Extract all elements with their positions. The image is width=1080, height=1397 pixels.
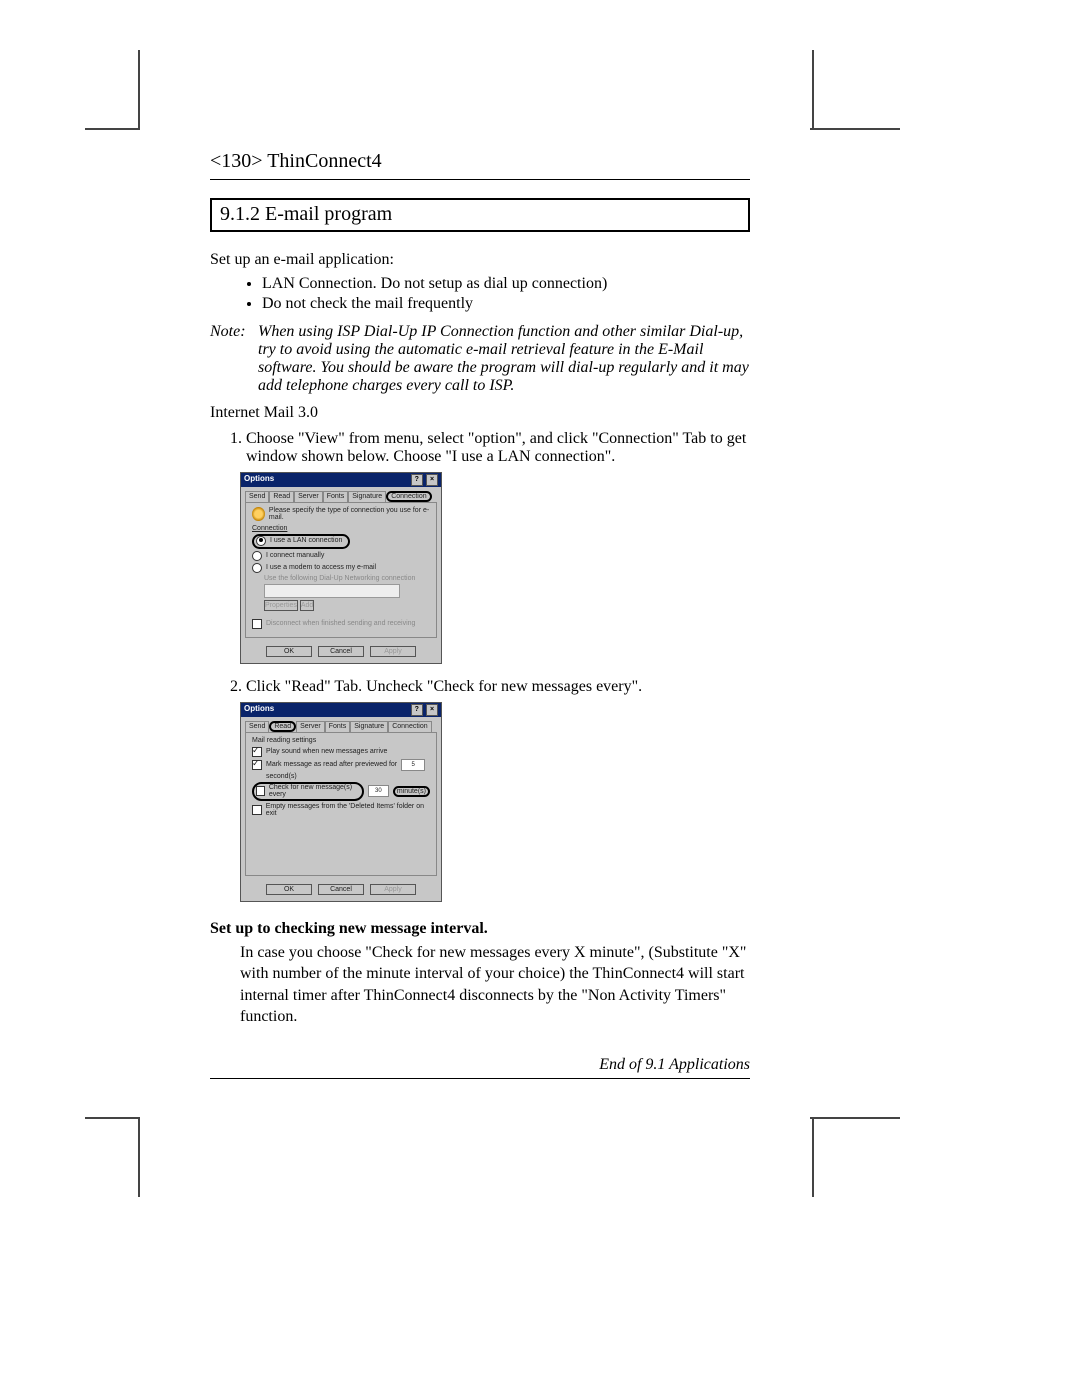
add-button: Add (300, 600, 314, 611)
group-label: Mail reading settings (252, 737, 430, 744)
bullet-item: Do not check the mail frequently (262, 295, 750, 313)
mark-checkbox[interactable] (252, 760, 262, 770)
step-list: Choose "View" from menu, select "option"… (210, 430, 750, 466)
disconnect-checkbox (252, 619, 262, 629)
step-list-2: Click "Read" Tab. Uncheck "Check for new… (210, 678, 750, 696)
help-icon[interactable]: ? (411, 474, 423, 486)
disconnect-label: Disconnect when finished sending and rec… (266, 620, 415, 627)
check-unit-circled: minute(s) (393, 786, 430, 797)
instruction-text: Please specify the type of connection yo… (269, 507, 430, 521)
sound-checkbox[interactable] (252, 747, 262, 757)
tab-connection[interactable]: Connection (388, 721, 431, 732)
tab-fonts[interactable]: Fonts (325, 721, 351, 732)
mark-unit: second(s) (266, 773, 430, 780)
properties-button: Properties (264, 600, 298, 611)
window-controls: ? × (410, 474, 438, 486)
check-interval-circled: Check for new message(s) every (252, 782, 364, 801)
step-2: Click "Read" Tab. Uncheck "Check for new… (246, 678, 750, 696)
figure-connection-dialog: Options ? × Send Read Server Fonts Signa… (240, 472, 750, 664)
intro-text: Set up an e-mail application: (210, 250, 750, 271)
radio-manual-label: I connect manually (266, 552, 324, 559)
lan-option-circled: I use a LAN connection (252, 534, 350, 549)
tab-server[interactable]: Server (296, 721, 325, 732)
dialog-buttons: OK Cancel Apply (241, 642, 441, 663)
empty-label: Empty messages from the 'Deleted Items' … (266, 803, 430, 817)
dialog-title: Options (244, 704, 274, 716)
apply-button: Apply (370, 646, 416, 657)
modem-hint: Use the following Dial-Up Networking con… (264, 575, 430, 582)
check-interval-checkbox[interactable] (256, 786, 265, 796)
tab-send[interactable]: Send (245, 491, 269, 502)
radio-lan-label: I use a LAN connection (270, 537, 342, 544)
sub-heading: Set up to checking new message interval. (210, 920, 750, 938)
check-unit: minute(s) (397, 788, 426, 795)
dialup-combo (264, 584, 400, 598)
options-dialog: Options ? × Send Read Server Fonts Signa… (240, 472, 442, 664)
help-icon[interactable]: ? (411, 704, 423, 716)
sound-label: Play sound when new messages arrive (266, 748, 387, 755)
tab-strip: Send Read Server Fonts Signature Connect… (245, 491, 437, 502)
close-icon[interactable]: × (426, 474, 438, 486)
radio-lan[interactable] (256, 536, 266, 546)
page-number: <130> (210, 150, 263, 172)
note-block: Note: When using ISP Dial-Up IP Connecti… (210, 323, 750, 395)
check-interval-label: Check for new message(s) every (269, 784, 356, 798)
radio-modem[interactable] (252, 563, 262, 573)
radio-manual[interactable] (252, 551, 262, 561)
product-name: ThinConnect4 (267, 150, 381, 172)
page-header: <130> ThinConnect4 (210, 150, 750, 173)
empty-checkbox[interactable] (252, 805, 262, 815)
tab-read[interactable]: Read (269, 721, 296, 732)
section-title: E-mail program (265, 203, 392, 225)
note-body: When using ISP Dial-Up IP Connection fun… (258, 323, 750, 395)
read-panel: Mail reading settings Play sound when ne… (245, 732, 437, 876)
window-controls: ? × (410, 704, 438, 716)
step-1: Choose "View" from menu, select "option"… (246, 430, 750, 466)
figure-read-dialog: Options ? × Send Read Server Fonts Signa… (240, 702, 750, 902)
mark-seconds-input[interactable]: 5 (401, 759, 425, 771)
sub-paragraph: In case you choose "Check for new messag… (240, 942, 750, 1028)
tab-connection[interactable]: Connection (386, 491, 431, 502)
ok-button[interactable]: OK (266, 884, 312, 895)
section-title-box: 9.1.2 E-mail program (210, 198, 750, 232)
bullet-item: LAN Connection. Do not setup as dial up … (262, 275, 750, 293)
dialog-buttons: OK Cancel Apply (241, 880, 441, 901)
connection-panel: Please specify the type of connection yo… (245, 502, 437, 638)
mark-label: Mark message as read after previewed for (266, 761, 397, 768)
footer-rule (210, 1078, 750, 1079)
globe-icon (252, 507, 265, 521)
tab-signature[interactable]: Signature (348, 491, 386, 502)
dialog-title: Options (244, 474, 274, 486)
header-rule (210, 179, 750, 180)
dialog-titlebar: Options ? × (241, 703, 441, 717)
tab-server[interactable]: Server (294, 491, 323, 502)
cancel-button[interactable]: Cancel (318, 646, 364, 657)
group-label: Connection (252, 525, 430, 532)
options-dialog-read: Options ? × Send Read Server Fonts Signa… (240, 702, 442, 902)
radio-modem-label: I use a modem to access my e-mail (266, 564, 376, 571)
tab-strip: Send Read Server Fonts Signature Connect… (245, 721, 437, 732)
apply-button: Apply (370, 884, 416, 895)
tab-read[interactable]: Read (269, 491, 294, 502)
tab-fonts[interactable]: Fonts (323, 491, 349, 502)
app-name: Internet Mail 3.0 (210, 403, 750, 424)
close-icon[interactable]: × (426, 704, 438, 716)
cancel-button[interactable]: Cancel (318, 884, 364, 895)
end-of-section: End of 9.1 Applications (210, 1056, 750, 1074)
ok-button[interactable]: OK (266, 646, 312, 657)
section-number: 9.1.2 (220, 203, 260, 225)
tab-signature[interactable]: Signature (350, 721, 388, 732)
dialog-titlebar: Options ? × (241, 473, 441, 487)
check-minutes-input[interactable]: 30 (368, 785, 389, 797)
bullet-list: LAN Connection. Do not setup as dial up … (210, 275, 750, 313)
note-label: Note: (210, 323, 258, 395)
tab-send[interactable]: Send (245, 721, 269, 732)
